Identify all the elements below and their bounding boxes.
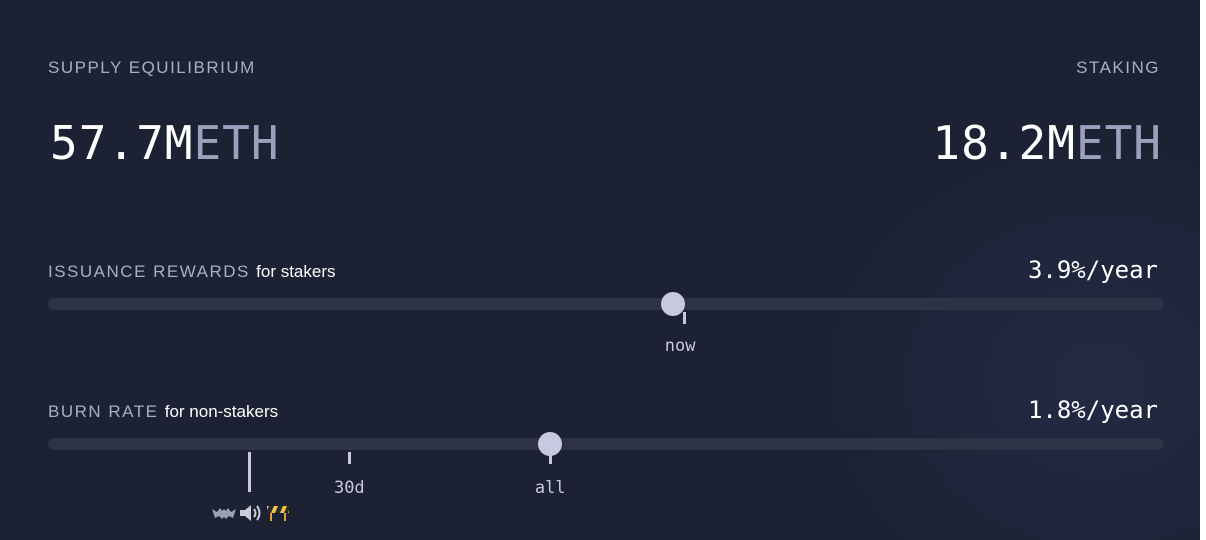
issuance-tick-label-now: now: [664, 336, 696, 356]
construction-icon: [266, 504, 290, 527]
issuance-slider-track[interactable]: [48, 292, 1164, 324]
burn-rate-hint: for non-stakers: [164, 402, 279, 421]
staking-unit: ETH: [1075, 116, 1162, 170]
burn-rate: 1.8%/year: [1027, 396, 1158, 424]
burn-rate-title: BURN RATE: [48, 402, 159, 421]
burn-tick-30d: [348, 452, 352, 464]
burn-tick-label-all: all: [534, 478, 566, 498]
supply-amount: 57.7M: [50, 116, 194, 170]
burn-tick-label-30d: 30d: [333, 478, 365, 498]
supply-equilibrium-value: 57.7METH: [50, 116, 280, 170]
issuance-tick-now: [683, 312, 687, 324]
burn-rate-label: BURN RATE for non-stakers: [48, 402, 278, 422]
issuance-rewards-label: ISSUANCE REWARDS for stakers: [48, 262, 336, 282]
bat-icon: [212, 505, 236, 526]
supply-equilibrium-label: SUPPLY EQUILIBRIUM: [48, 58, 256, 77]
staking-amount: 18.2M: [932, 116, 1076, 170]
supply-equilibrium-card: SUPPLY EQUILIBRIUM STAKING 57.7METH 18.2…: [0, 0, 1200, 540]
issuance-rewards-title: ISSUANCE REWARDS: [48, 262, 250, 281]
speaker-icon: [239, 504, 263, 527]
issuance-rewards-hint: for stakers: [256, 262, 336, 281]
staking-value: 18.2METH: [932, 116, 1162, 170]
burn-source-icons: [212, 504, 290, 527]
burn-tick-current: [247, 452, 251, 492]
issuance-rate: 3.9%/year: [1027, 256, 1158, 284]
staking-label: STAKING: [1076, 58, 1160, 77]
supply-unit: ETH: [193, 116, 280, 170]
burn-tick-all: [549, 452, 553, 464]
burn-slider-track[interactable]: [48, 432, 1164, 492]
issuance-slider-thumb[interactable]: [660, 292, 685, 316]
